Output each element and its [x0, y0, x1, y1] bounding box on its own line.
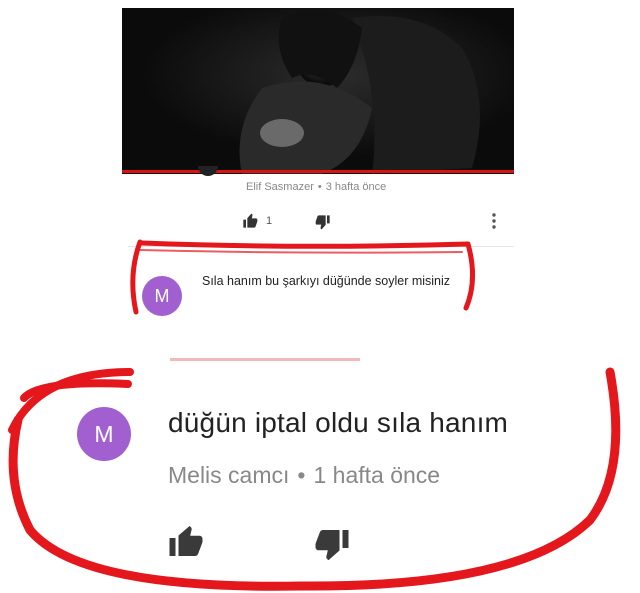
- reply-comment-author[interactable]: Melis camcı: [168, 462, 289, 488]
- divider: [128, 246, 514, 247]
- reply-comment-time: 1 hafta önce: [313, 462, 441, 488]
- dislike-button[interactable]: [315, 214, 331, 235]
- divider: [170, 358, 360, 361]
- more-vertical-icon[interactable]: [489, 212, 499, 230]
- video-scrubber-handle[interactable]: [198, 166, 218, 176]
- thumb-up-icon[interactable]: [168, 526, 204, 556]
- thumb-down-icon[interactable]: [315, 214, 331, 230]
- thumb-up-icon[interactable]: [242, 213, 258, 229]
- avatar[interactable]: M: [77, 407, 131, 461]
- video-comment-meta: Elif Sasmazer • 3 hafta önce: [246, 181, 387, 193]
- video-progress-bar[interactable]: [122, 170, 514, 173]
- video-comment-actions: 1: [242, 212, 272, 230]
- reply-comment-meta: Melis camcı • 1 hafta önce: [168, 462, 441, 488]
- reply-comment-text: düğün iptal oldu sıla hanım: [168, 407, 509, 438]
- video-thumbnail[interactable]: [122, 8, 514, 174]
- comment-text: Sıla hanım bu şarkıyı düğünde soyler mis…: [202, 274, 451, 288]
- video-comment-author[interactable]: Elif Sasmazer: [246, 181, 314, 193]
- thumb-down-icon[interactable]: [314, 530, 350, 560]
- video-comment-time: 3 hafta önce: [325, 181, 387, 193]
- avatar[interactable]: M: [142, 276, 182, 316]
- video-frame-art: [122, 8, 514, 174]
- like-count: 1: [266, 215, 273, 227]
